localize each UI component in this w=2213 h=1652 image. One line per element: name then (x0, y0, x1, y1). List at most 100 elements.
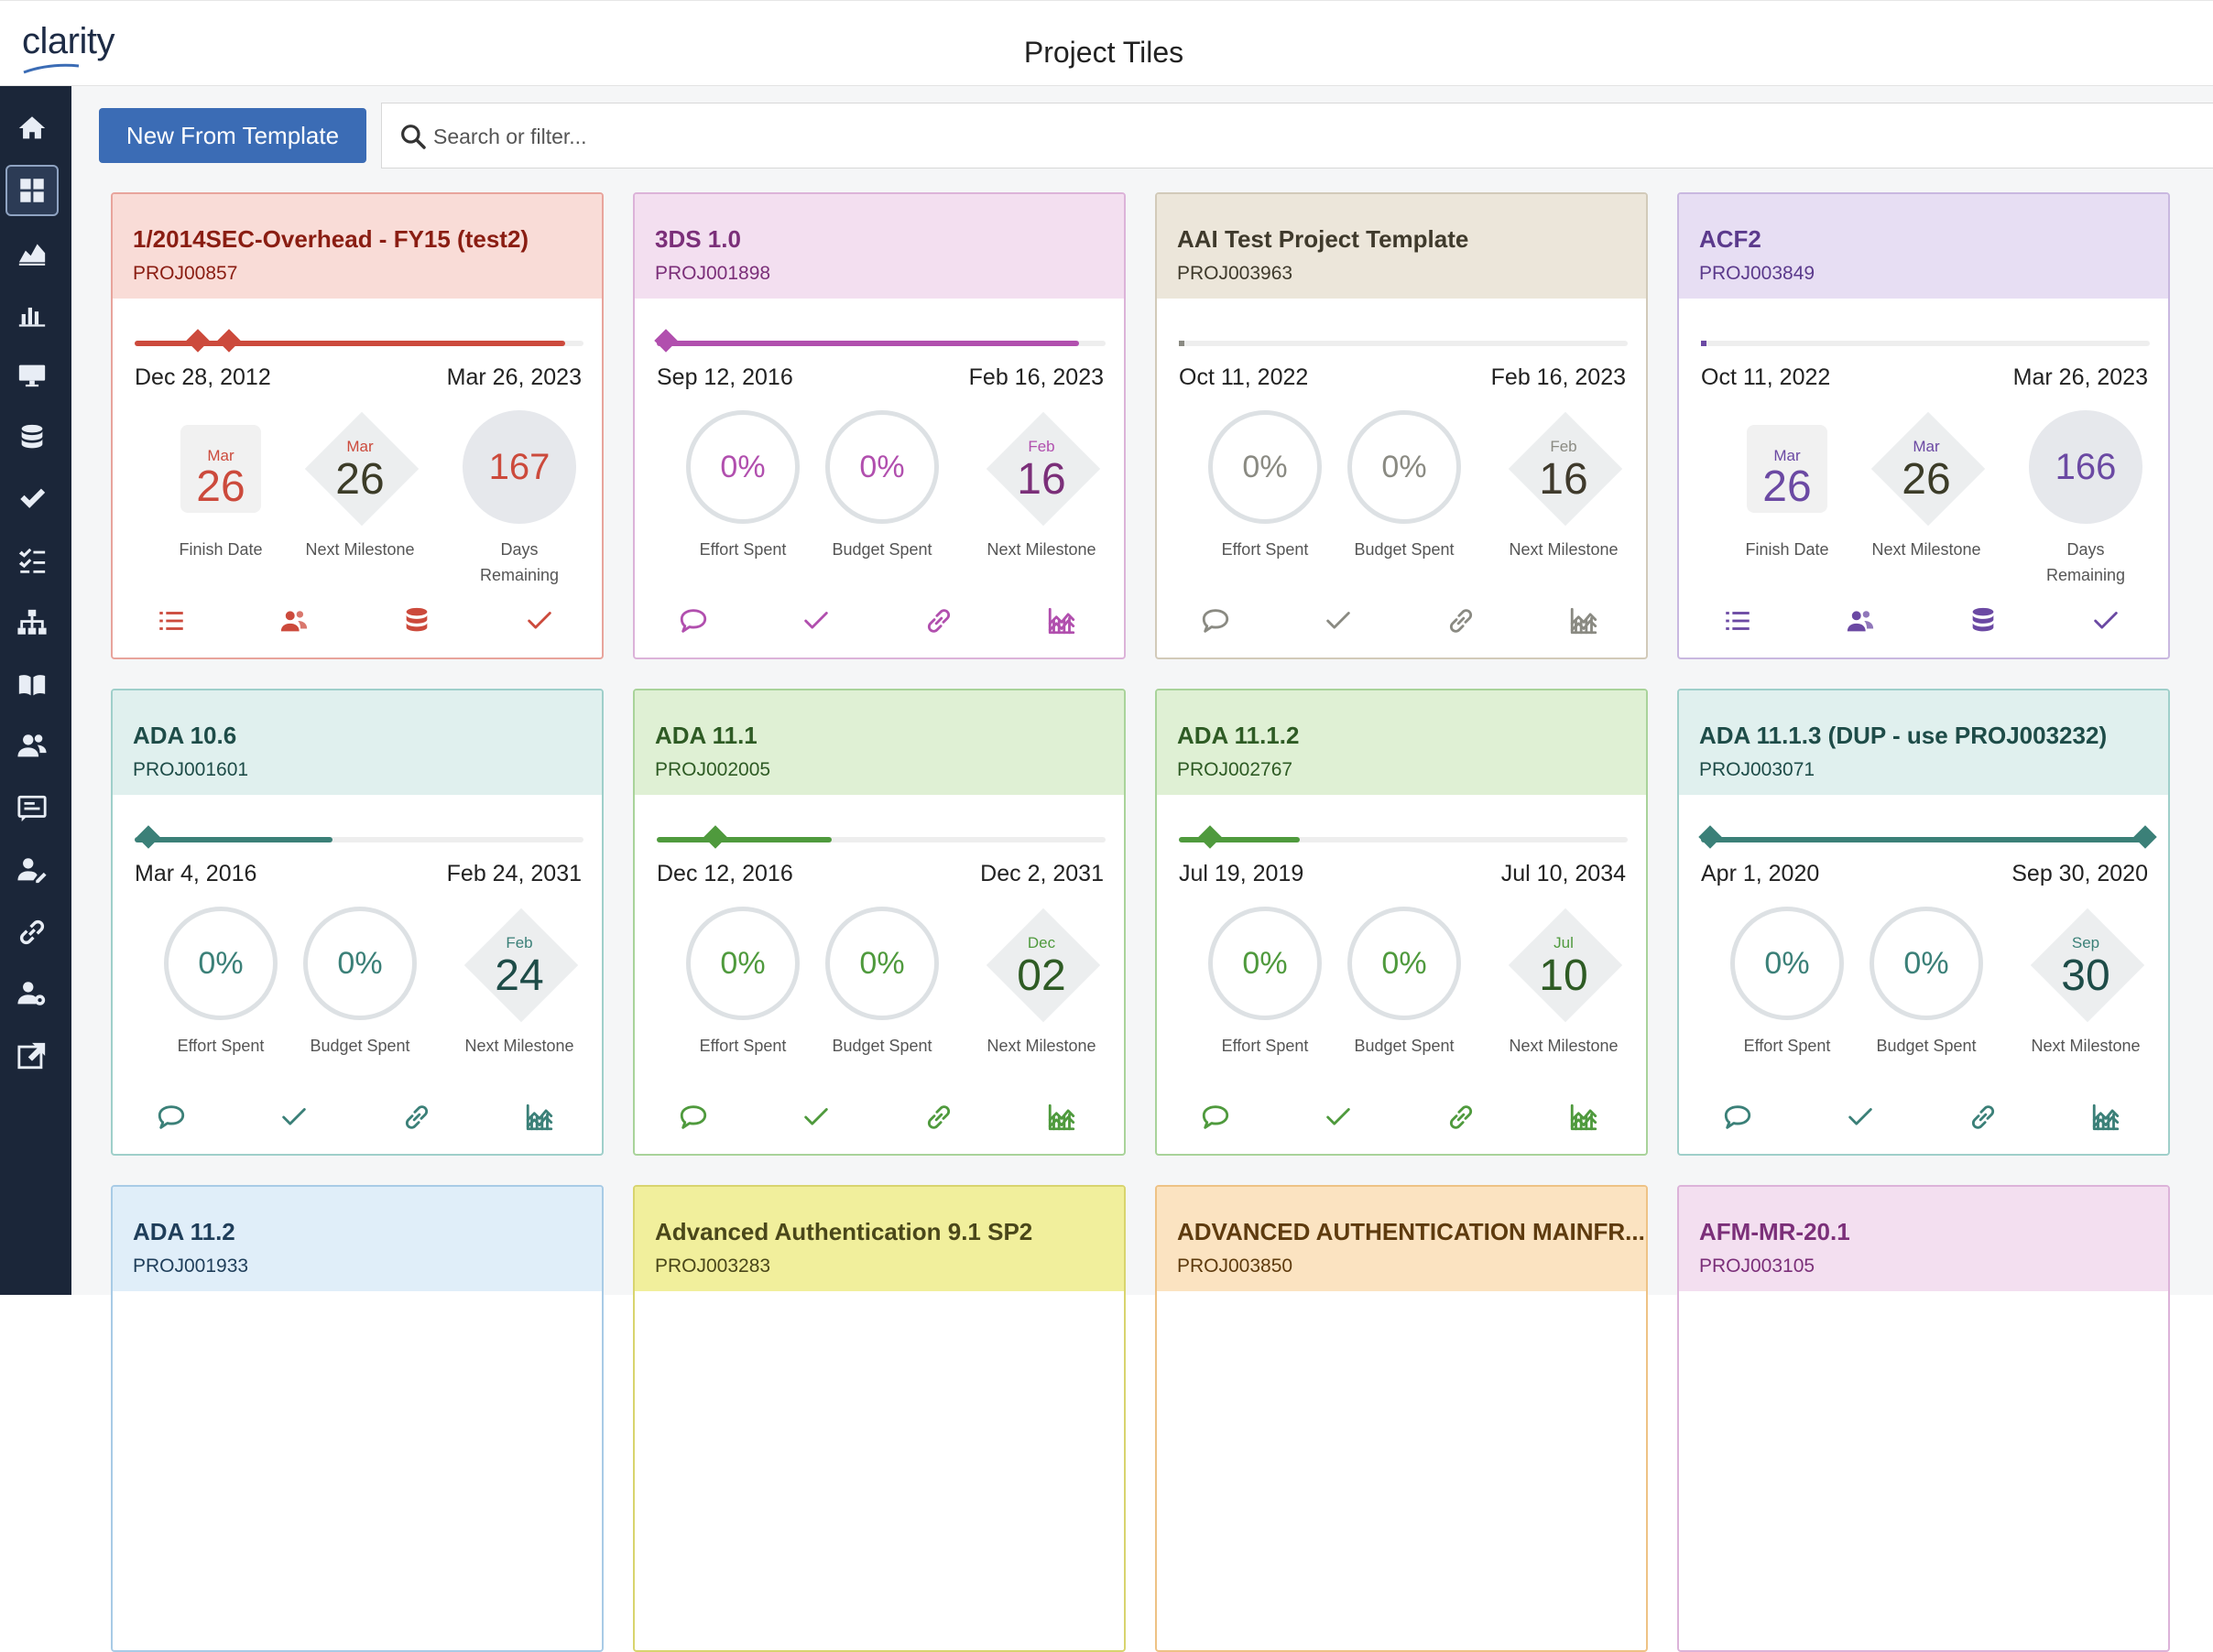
project-name[interactable]: ADVANCED AUTHENTICATION MAINFR... (1177, 1218, 1645, 1246)
trends-icon[interactable] (1043, 603, 1080, 639)
project-tile[interactable]: AAI Test Project Template PROJ003963 Oct 1… (1155, 192, 1648, 659)
sidebar-item-monitor[interactable] (5, 350, 59, 401)
project-name[interactable]: ADA 10.6 (133, 722, 580, 750)
metric-1-value: 0% (1208, 410, 1322, 524)
project-timeline (1179, 341, 1628, 346)
comments-icon[interactable] (675, 1099, 712, 1136)
sidebar-item-book[interactable] (5, 659, 59, 711)
start-date: Jul 19, 2019 (1179, 861, 1304, 886)
link-icon[interactable] (398, 1099, 435, 1136)
check-icon[interactable] (521, 603, 558, 639)
link-icon[interactable] (1443, 603, 1479, 639)
project-tile[interactable]: ADA 11.1 PROJ002005 Dec 12, 2016 Dec 2, 203… (633, 689, 1126, 1156)
link-icon[interactable] (921, 1099, 957, 1136)
project-tile[interactable]: 1/2014SEC-Overhead - FY15 (test2) PROJ008… (111, 192, 604, 659)
comments-icon[interactable] (675, 603, 712, 639)
link-icon[interactable] (1965, 1099, 2001, 1136)
tile-header: ADVANCED AUTHENTICATION MAINFR... PROJ003… (1157, 1187, 1646, 1291)
milestone-marker[interactable] (654, 329, 678, 353)
milestone-marker[interactable] (1698, 825, 1722, 849)
trends-icon[interactable] (1043, 1099, 1080, 1136)
check-icon[interactable] (1320, 603, 1357, 639)
project-name[interactable]: ADA 11.1.2 (1177, 722, 1624, 750)
project-name[interactable]: ADA 11.1.3 (DUP - use PROJ003232) (1699, 722, 2146, 750)
trends-icon[interactable] (1565, 603, 1602, 639)
sidebar-item-tiles[interactable] (5, 164, 59, 216)
project-name[interactable]: AAI Test Project Template (1177, 225, 1624, 254)
metric-2-diamond: Mar 26 (303, 410, 420, 527)
comments-icon[interactable] (153, 1099, 190, 1136)
data-icon[interactable] (1965, 603, 2001, 639)
project-tile[interactable]: 3DS 1.0 PROJ001898 Sep 12, 2016 Feb 16, 202… (633, 192, 1126, 659)
link-icon[interactable] (921, 603, 957, 639)
trends-icon[interactable] (2088, 1099, 2124, 1136)
project-name[interactable]: ACF2 (1699, 225, 2146, 254)
comments-icon[interactable] (1197, 1099, 1234, 1136)
tile-header: 1/2014SEC-Overhead - FY15 (test2) PROJ008… (113, 194, 602, 299)
trends-icon[interactable] (521, 1099, 558, 1136)
link-icon[interactable] (1443, 1099, 1479, 1136)
start-date: Dec 28, 2012 (135, 364, 271, 390)
team-icon[interactable] (1842, 603, 1879, 639)
sidebar-item-hierarchy[interactable] (5, 597, 59, 648)
sidebar-item-home[interactable] (5, 103, 59, 154)
comments-icon[interactable] (1197, 603, 1234, 639)
sidebar-item-checklist[interactable] (5, 536, 59, 587)
days-remaining-value: 166 (2029, 410, 2142, 524)
search-input[interactable] (433, 118, 1258, 155)
project-name[interactable]: AFM-MR-20.1 (1699, 1218, 2146, 1246)
project-tile[interactable]: ADA 11.2 PROJ001933 (111, 1185, 604, 1652)
team-icon[interactable] (276, 603, 312, 639)
project-tile[interactable]: ADA 10.6 PROJ001601 Mar 4, 2016 Feb 24, 203… (111, 689, 604, 1156)
milestone-marker[interactable] (217, 329, 241, 353)
project-tile[interactable]: ADVANCED AUTHENTICATION MAINFR... PROJ003… (1155, 1185, 1648, 1652)
project-tile[interactable]: Advanced Authentication 9.1 SP2 PROJ00328… (633, 1185, 1126, 1652)
sidebar-item-people[interactable] (5, 721, 59, 772)
new-from-template-button[interactable]: New From Template (99, 108, 366, 163)
sidebar-item-data[interactable] (5, 412, 59, 463)
sidebar-item-links[interactable] (5, 907, 59, 958)
tile-metric: Mar 26 Finish Date (1714, 410, 1860, 562)
metric-1-value: 0% (1208, 907, 1322, 1020)
search-bar[interactable] (381, 103, 2213, 168)
check-icon[interactable] (276, 1099, 312, 1136)
tasks-list-icon[interactable] (153, 603, 190, 639)
check-icon[interactable] (1842, 1099, 1879, 1136)
check-icon[interactable] (798, 603, 834, 639)
trends-icon[interactable] (1565, 1099, 1602, 1136)
sidebar-item-trends[interactable] (5, 226, 59, 277)
project-timeline (657, 825, 1106, 849)
project-name[interactable]: 1/2014SEC-Overhead - FY15 (test2) (133, 225, 580, 254)
sidebar-item-roadmap[interactable] (5, 783, 59, 834)
finish-date: Sep 30, 2020 (2011, 861, 2148, 886)
project-tile[interactable]: ADA 11.1.2 PROJ002767 Jul 19, 2019 Jul 10, … (1155, 689, 1648, 1156)
sidebar-item-export[interactable] (5, 1030, 59, 1081)
project-name[interactable]: ADA 11.1 (655, 722, 1102, 750)
milestone-marker[interactable] (136, 825, 160, 849)
milestone-marker[interactable] (2133, 825, 2157, 849)
project-code: PROJ002767 (1177, 759, 1293, 780)
sidebar-item-tasks[interactable] (5, 473, 59, 525)
check-icon[interactable] (1320, 1099, 1357, 1136)
project-timeline (1698, 825, 2157, 849)
sidebar-item-resources[interactable] (5, 844, 59, 896)
milestone-marker[interactable] (1198, 825, 1223, 849)
project-tile[interactable]: AFM-MR-20.1 PROJ003105 (1677, 1185, 2170, 1652)
sidebar-item-settings[interactable] (5, 968, 59, 1019)
finish-date-calendar: Mar 26 (1730, 410, 1844, 524)
next-milestone-diamond: Feb 16 (1507, 410, 1623, 527)
check-icon[interactable] (798, 1099, 834, 1136)
sidebar-item-reports[interactable] (5, 288, 59, 340)
project-name[interactable]: 3DS 1.0 (655, 225, 1102, 254)
tile-metric: Mar 26 Next Milestone (287, 410, 433, 562)
project-tile[interactable]: ACF2 PROJ003849 Oct 11, 2022 Mar 26, 2023 Ma… (1677, 192, 2170, 659)
check-icon[interactable] (2088, 603, 2124, 639)
project-name[interactable]: ADA 11.2 (133, 1218, 580, 1246)
comments-icon[interactable] (1719, 1099, 1756, 1136)
data-icon[interactable] (398, 603, 435, 639)
milestone-marker[interactable] (185, 329, 210, 353)
project-tile[interactable]: ADA 11.1.3 (DUP - use PROJ003232) PROJ003… (1677, 689, 2170, 1156)
milestone-marker[interactable] (703, 825, 727, 849)
project-name[interactable]: Advanced Authentication 9.1 SP2 (655, 1218, 1102, 1246)
tasks-list-icon[interactable] (1719, 603, 1756, 639)
